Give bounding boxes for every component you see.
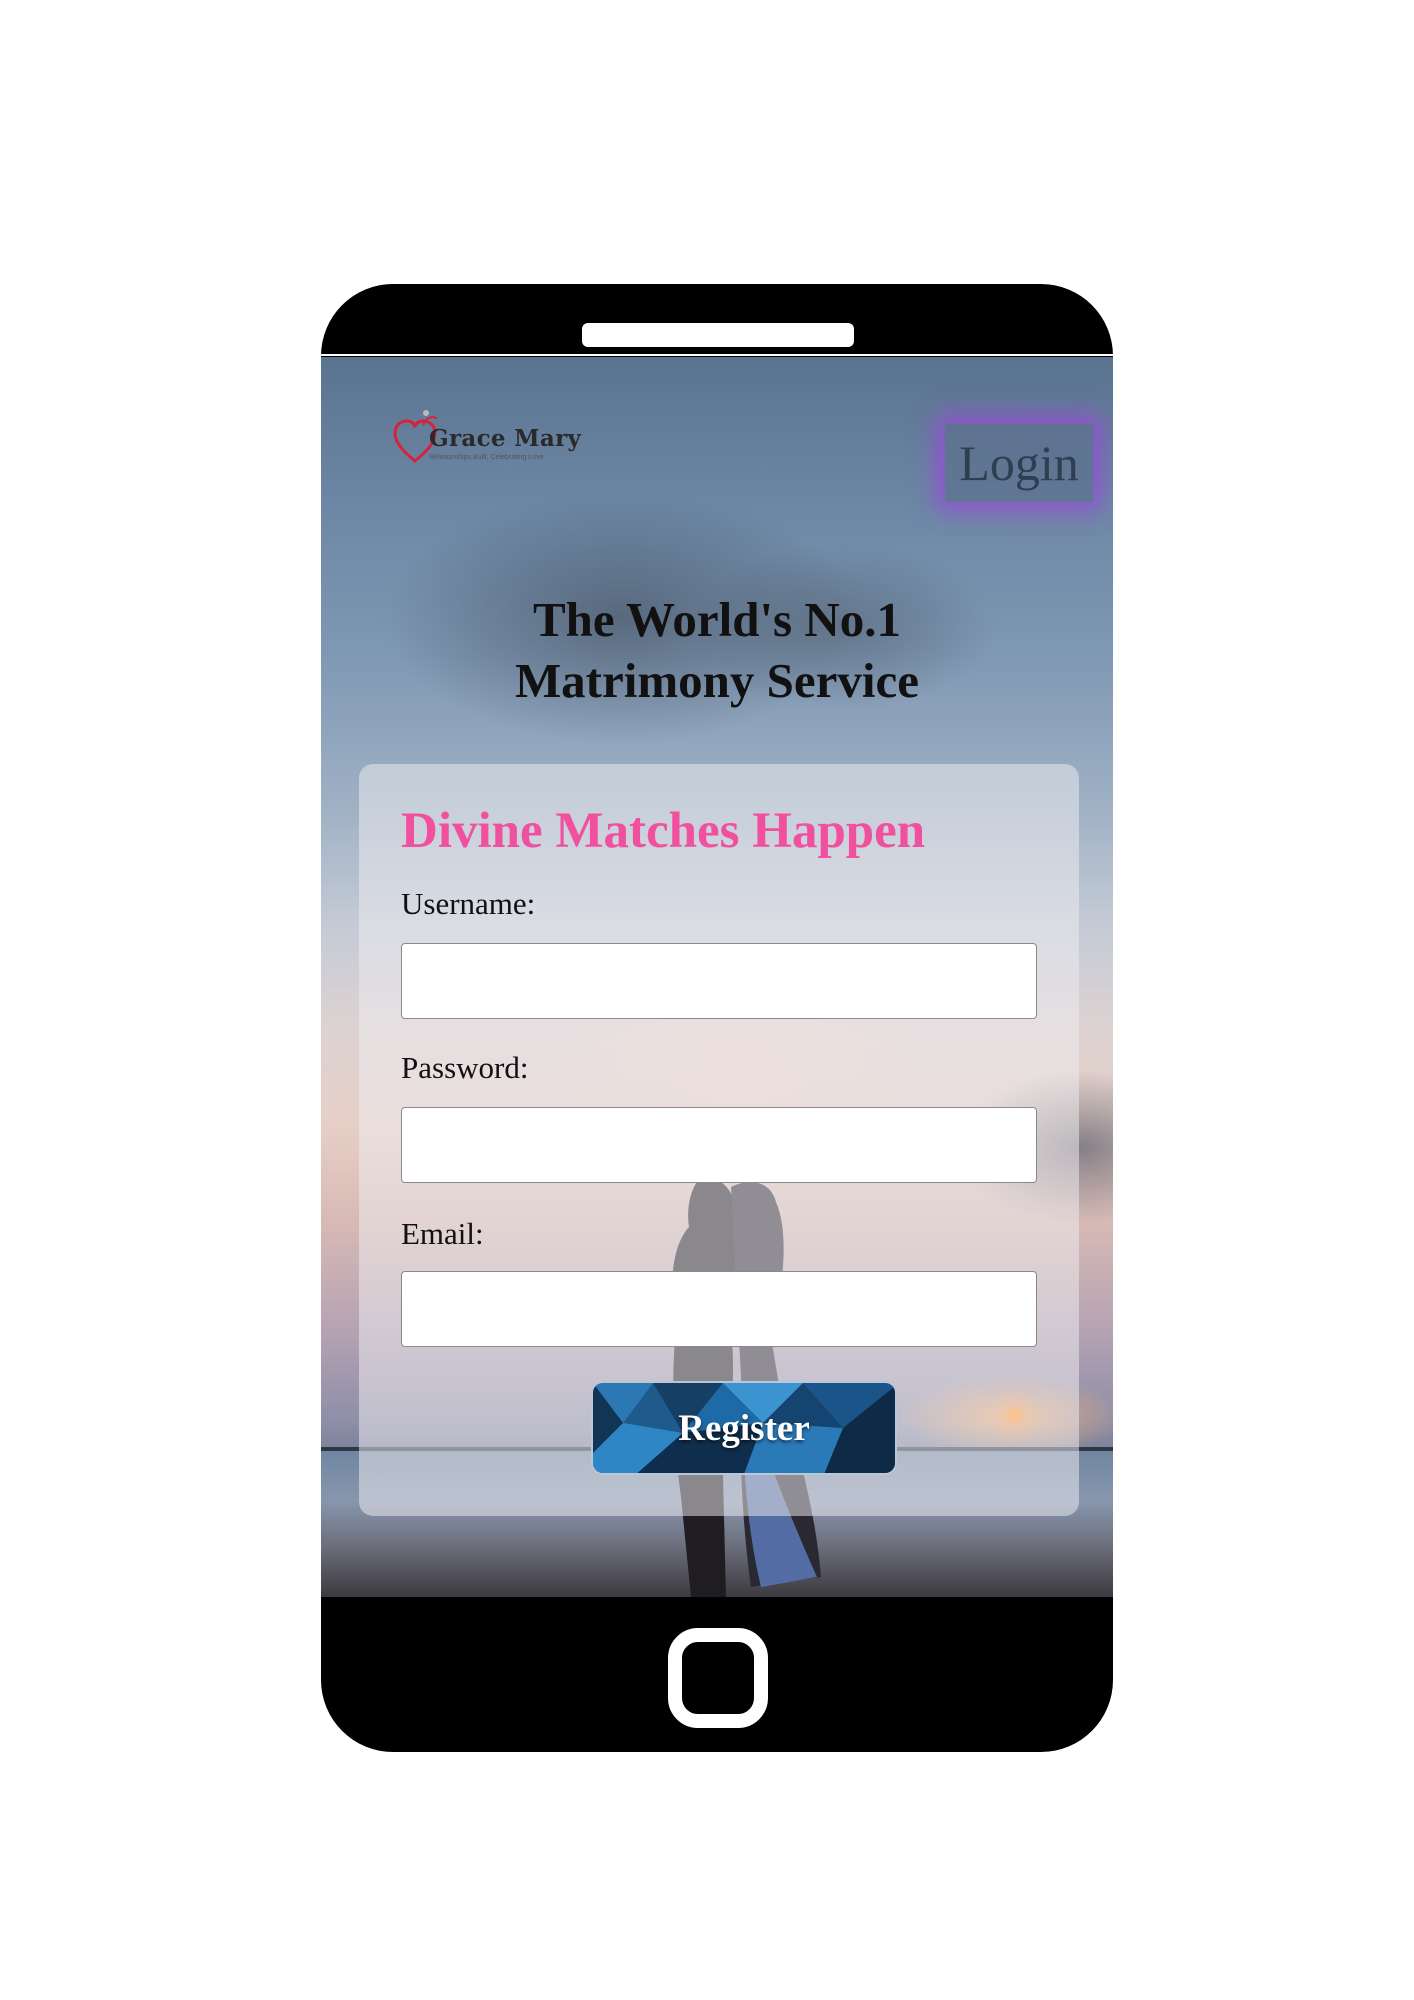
phone-frame: Grace Mary Relationships Built, Celebrat… [321,284,1113,1752]
app-screen: Grace Mary Relationships Built, Celebrat… [321,357,1113,1597]
register-button-label: Register [678,1407,810,1449]
hero-title-line-2: Matrimony Service [514,653,920,708]
register-form: Divine Matches Happen Username: Password… [359,764,1079,1516]
hero-title-line-1: The World's No.1 [532,592,902,647]
brand-tagline: Relationships Built, Celebrating Love [429,454,544,461]
email-input[interactable] [401,1271,1037,1347]
app-header: Grace Mary Relationships Built, Celebrat… [321,357,1113,507]
phone-speaker [582,323,854,347]
page: Grace Mary Relationships Built, Celebrat… [0,0,1414,2000]
password-input[interactable] [401,1107,1037,1183]
form-title: Divine Matches Happen [401,803,926,859]
hero-title: The World's No.1 Matrimony Service [321,589,1113,711]
brand-logo[interactable]: Grace Mary Relationships Built, Celebrat… [393,405,583,475]
username-label: Username: [401,886,536,921]
phone-divider [321,354,1113,356]
home-button-icon[interactable] [668,1628,768,1728]
email-label: Email: [401,1216,484,1251]
username-input[interactable] [401,943,1037,1019]
login-button[interactable]: Login [945,424,1093,502]
password-label: Password: [401,1050,529,1085]
register-button[interactable]: Register [591,1381,897,1475]
brand-name: Grace Mary [429,425,582,452]
